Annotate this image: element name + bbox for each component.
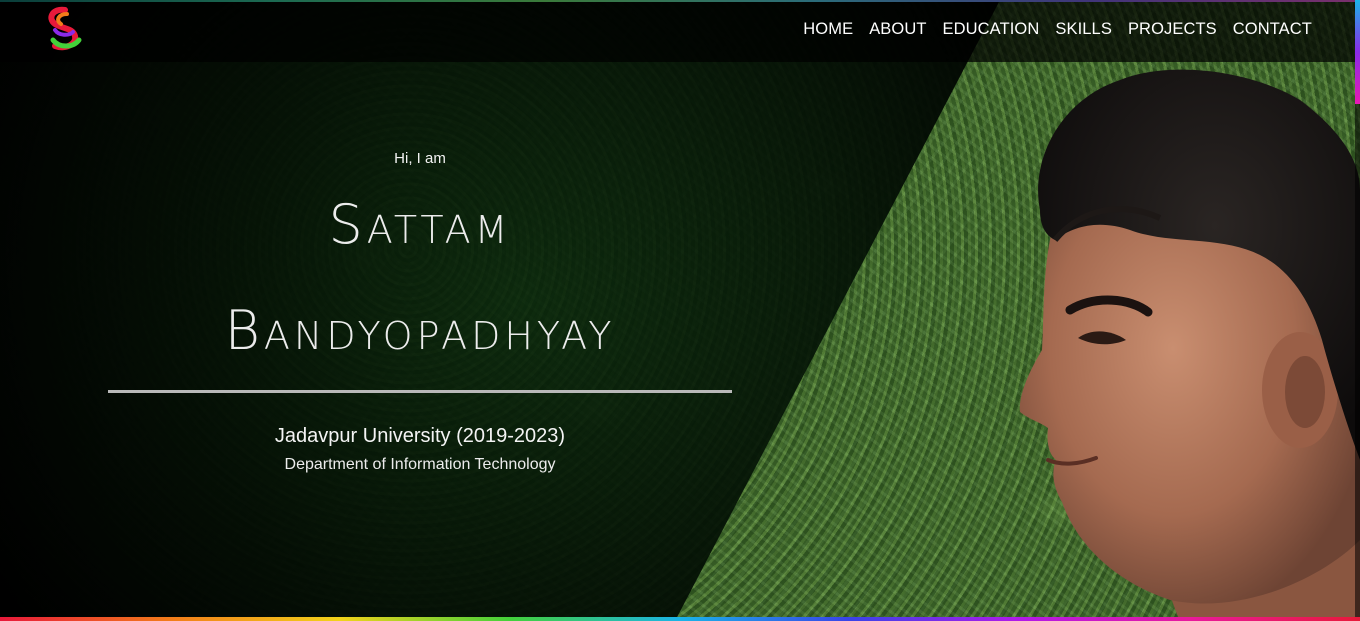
nav-item-home[interactable]: HOME xyxy=(803,18,853,40)
nav-item-contact[interactable]: CONTACT xyxy=(1233,18,1312,40)
university-text: Jadavpur University (2019-2023) xyxy=(274,425,566,447)
top-navigation-bar: HOME ABOUT EDUCATION SKILLS PROJECTS CON… xyxy=(0,0,1360,62)
nav-item-education[interactable]: EDUCATION xyxy=(943,18,1040,40)
hero-intro: Hi, I am Sattam Bandyopadhyay Jadavpur U… xyxy=(108,150,732,474)
department-text: Department of Information Technology xyxy=(284,456,556,473)
s-swirl-logo-icon[interactable] xyxy=(43,6,83,52)
bottom-accent-bar xyxy=(0,617,1360,621)
last-name-heading: Bandyopadhyay xyxy=(224,299,616,362)
nav-item-projects[interactable]: PROJECTS xyxy=(1128,18,1217,40)
first-name-heading: Sattam xyxy=(328,193,512,256)
hero-page: HOME ABOUT EDUCATION SKILLS PROJECTS CON… xyxy=(0,0,1360,621)
scroll-indicator[interactable] xyxy=(1355,0,1360,104)
profile-portrait xyxy=(1019,69,1360,621)
nav-item-skills[interactable]: SKILLS xyxy=(1055,18,1112,40)
name-divider xyxy=(108,390,732,393)
top-accent-bar xyxy=(0,0,1360,2)
main-nav: HOME ABOUT EDUCATION SKILLS PROJECTS CON… xyxy=(803,18,1312,40)
greeting-text: Hi, I am xyxy=(394,150,446,167)
nav-item-about[interactable]: ABOUT xyxy=(869,18,926,40)
